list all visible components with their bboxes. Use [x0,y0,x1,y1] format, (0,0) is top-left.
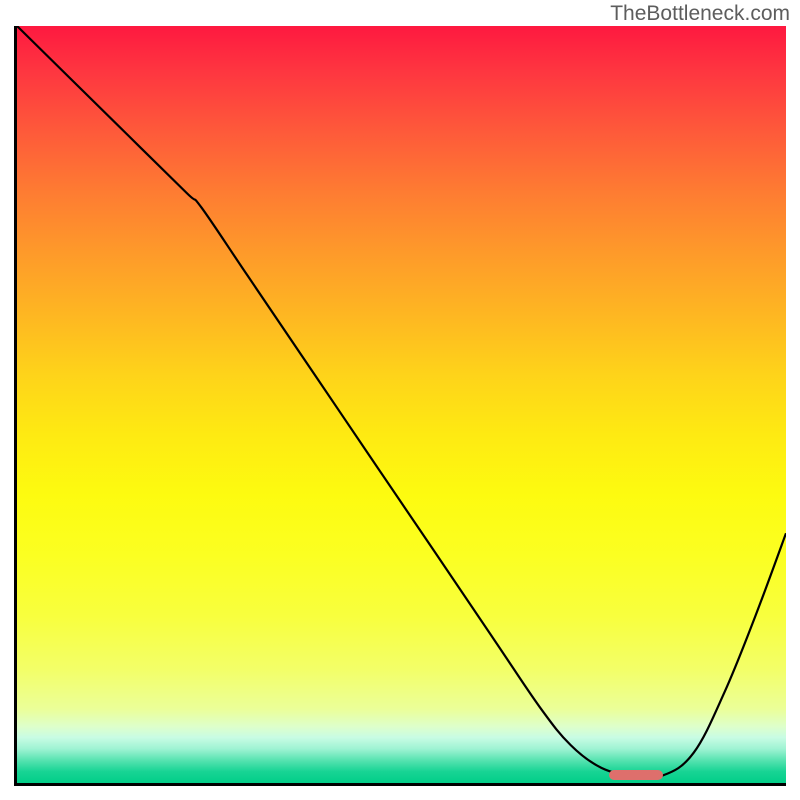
optimal-range-marker [609,770,663,780]
chart-plot-area [14,26,786,786]
bottleneck-curve [17,26,786,783]
watermark-text: TheBottleneck.com [610,2,790,26]
